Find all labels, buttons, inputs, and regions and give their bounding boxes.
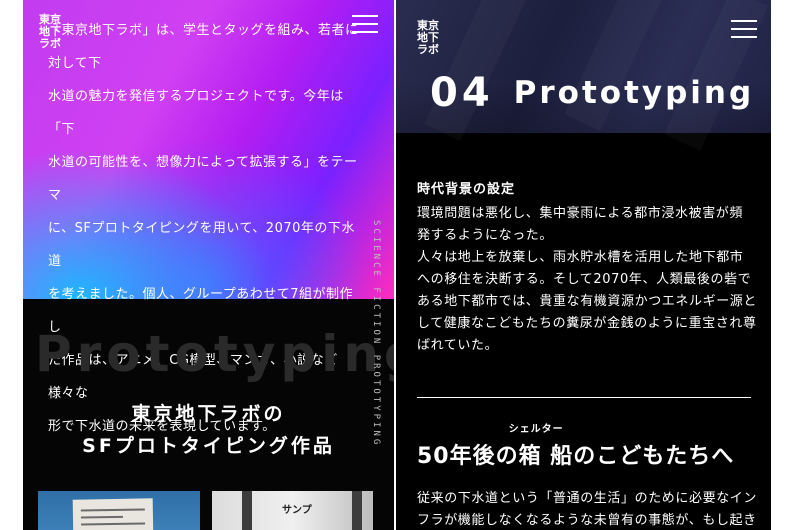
right-panel: 東京 地下 ラボ 04 Prototyping 時代背景の設定 環境問題は悪化し、… xyxy=(396,0,771,530)
brand-logo[interactable]: 東京 地下 ラボ xyxy=(417,20,445,56)
chapter-heading: 04 Prototyping xyxy=(430,70,754,116)
para-line: 人々は地上を放棄し、雨水貯水槽を活用した地下都市 xyxy=(417,250,744,265)
para-line: ある地下都市では、貴重な有機資源かつエネルギー源と xyxy=(417,294,758,309)
intro-line: 水道の可能性を、想像力によって拡張する」をテーマ xyxy=(48,155,358,203)
para-line: 従来の下水道という「普通の生活」のために必要なイン xyxy=(417,491,758,506)
thumbnail-paper-image xyxy=(72,498,154,530)
brand-line-3: ラボ xyxy=(417,43,439,56)
para-line: して健康なこどもたちの糞尿が金銭のように重宝され尊 xyxy=(417,316,757,331)
story-title-after: のこどもたちへ xyxy=(573,444,735,469)
section-heading: 時代背景の設定 xyxy=(417,182,516,197)
chapter-number: 04 xyxy=(430,70,494,116)
work-thumbnail-2[interactable]: サンプ xyxy=(212,491,373,530)
story-title-ruby-base: 箱 船 xyxy=(518,444,574,469)
story-title-ruby: シェルター xyxy=(508,424,564,435)
story-paragraph: 従来の下水道という「普通の生活」のために必要なイン フラが機能しなくなるような未… xyxy=(417,488,757,530)
left-panel: 東京 地下 ラボ 「東京地下ラボ」は、学生とタッグを組み、若者に対して下 水道の… xyxy=(23,0,394,530)
hamburger-menu-icon[interactable] xyxy=(731,20,757,38)
works-section-title: 東京地下ラボの SFプロトタイピング作品 xyxy=(23,398,394,462)
section-divider xyxy=(417,397,751,398)
para-line: ばれていた。 xyxy=(417,338,499,353)
story-title: 50年後の シェルター箱 船のこどもたちへ xyxy=(417,424,735,470)
intro-line: 水道の魅力を発信するプロジェクトです。今年は「下 xyxy=(48,89,344,137)
story-title-ruby-base-wrap: シェルター箱 船 xyxy=(509,424,574,470)
work-thumbnail-1[interactable] xyxy=(38,491,200,530)
intro-line: 「東京地下ラボ」は、学生とタッグを組み、若者に対して下 xyxy=(48,23,359,71)
para-line: フラが機能しなくなるような未曾有の事態が、もし起きて xyxy=(417,513,757,528)
thumbnail-caption: サンプ xyxy=(282,505,312,516)
hamburger-menu-icon[interactable] xyxy=(352,15,378,33)
para-line: への移住を決断する。そして2070年、人類最後の砦で xyxy=(417,272,752,287)
para-line: 発するようになった。 xyxy=(417,228,554,243)
chapter-name: Prototyping xyxy=(513,75,755,111)
works-title-line-2: SFプロトタイピング作品 xyxy=(82,435,335,457)
story-title-before: 50年後の xyxy=(417,444,519,469)
background-paragraph: 環境問題は悪化し、集中豪雨による都市浸水被害が頻 発するようになった。 人々は地… xyxy=(417,203,757,357)
works-title-line-1: 東京地下ラボの xyxy=(131,403,286,425)
intro-line: に、SFプロトタイピングを用いて、2070年の下水道 xyxy=(48,221,355,269)
para-line: 環境問題は悪化し、集中豪雨による都市浸水被害が頻 xyxy=(417,206,744,221)
ghost-prototyping-title: Prototyping xyxy=(35,325,394,383)
